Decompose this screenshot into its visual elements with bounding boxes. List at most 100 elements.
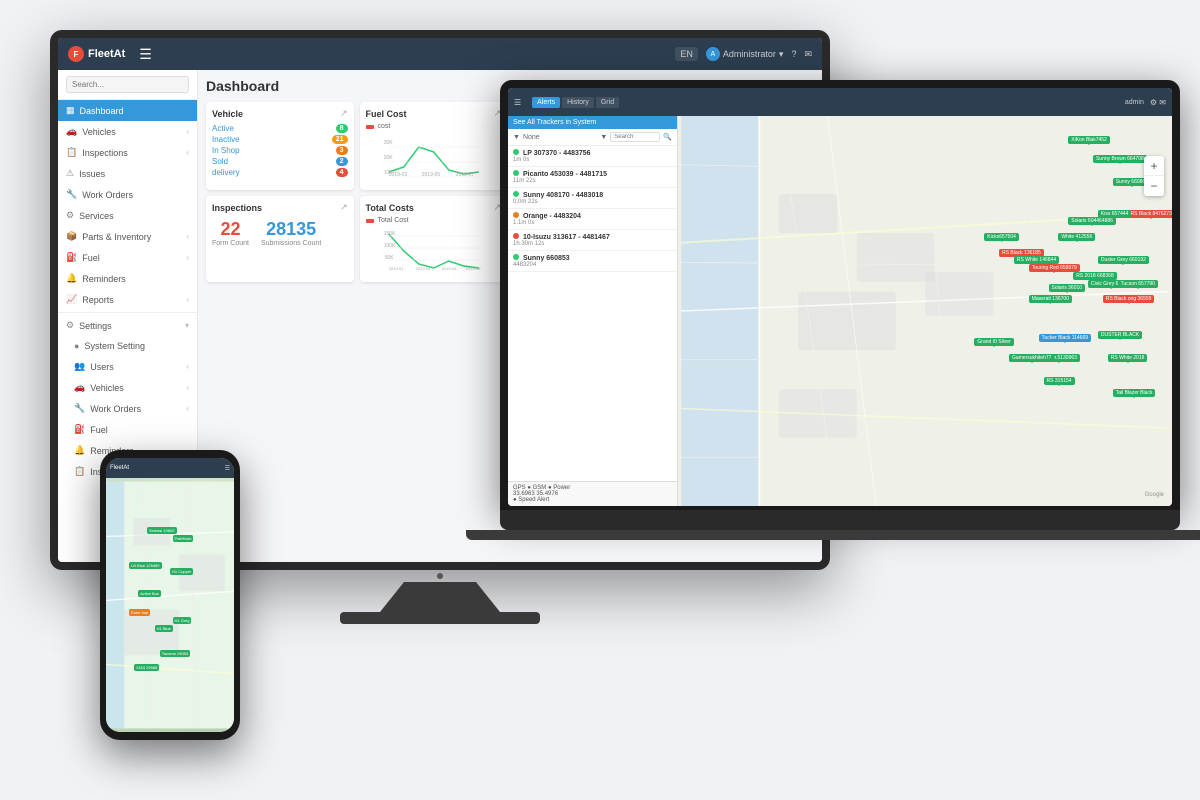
fuel-icon: ⛽ [66,252,77,263]
map-marker[interactable]: Maserati 136700 [1029,295,1072,303]
phone-map-marker[interactable]: LB Blue 125489 [129,562,161,569]
map-search-input[interactable] [610,132,660,142]
list-item[interactable]: Sunny 660853 4483204 [508,251,677,272]
monitor-camera [437,573,443,579]
lt-tab-alerts[interactable]: Alerts [532,97,560,108]
sidebar-item-vehicles[interactable]: 🚗 Vehicles ‹ [58,121,197,142]
phone-map-marker[interactable]: H1 Blue [155,625,173,632]
sidebar-item-inspections[interactable]: 📋 Inspections ‹ [58,142,197,163]
lt-tab-history[interactable]: History [562,97,594,108]
sidebar-item-settings[interactable]: ⚙ Settings ▾ [58,315,197,336]
sidebar-item-workorders2[interactable]: 🔧 Work Orders ‹ [58,398,197,419]
monitor-base [340,612,540,624]
map-marker[interactable]: Sunny Brown 664708 [1093,155,1147,163]
laptop-base-bottom [466,530,1200,540]
map-marker[interactable]: Gamersukhiteh77 [1009,354,1054,362]
svg-text:2019-05: 2019-05 [421,172,440,177]
lt-hamburger-icon[interactable]: ☰ [514,98,521,107]
svg-text:10K: 10K [383,170,393,176]
map-marker[interactable]: RS White 146844 [1014,256,1059,264]
phone-map-marker[interactable]: Somasi 10802 [147,527,177,534]
phone-map-marker[interactable]: H1 Copper [170,568,193,575]
lt-tab-grid[interactable]: Grid [596,97,619,108]
inspections-link-icon[interactable]: ↗ [340,202,348,213]
stat-delivery-label: delivery [212,168,240,177]
list-item[interactable]: LP 307370 - 4483756 1m 0s [508,146,677,167]
chevron-right-icon3: ‹ [186,232,189,241]
inspections-title: Inspections [212,203,262,213]
sidebar-item-vehicles2[interactable]: 🚗 Vehicles ‹ [58,377,197,398]
map-marker[interactable]: XiKon Blak7452 [1068,136,1110,144]
speed-info: ● Speed Alert [513,497,673,503]
map-marker[interactable]: RS Black 136185 [999,249,1044,257]
form-count-value: 22 [212,219,249,240]
sidebar-item-dashboard[interactable]: ▦ Dashboard [58,100,197,121]
sidebar-item-issues[interactable]: ⚠ Issues [58,163,197,184]
sidebar-item-fuel[interactable]: ⛽ Fuel ‹ [58,247,197,268]
services-icon: ⚙ [66,210,74,221]
sidebar-label-parts: Parts & Inventory [82,232,151,242]
map-marker[interactable]: Tucker Black 114669 [1039,334,1091,342]
chevron-right-icon4: ‹ [186,253,189,262]
map-marker[interactable]: Solaris 36010 [1049,284,1086,292]
phone-map-marker[interactable]: Active Bus [138,590,161,597]
zoom-out-button[interactable]: − [1144,176,1164,196]
sidebar-item-system[interactable]: ● System Setting [58,336,197,356]
hamburger-icon[interactable]: ☰ [139,46,152,63]
search-input[interactable] [66,76,189,93]
map-marker[interactable]: Tucson 657790 [1118,280,1158,288]
fuel-cost-header: Fuel Cost ↗ [366,108,502,119]
map-search-icon[interactable]: 🔍 [663,133,672,141]
phone-nav-icon: ☰ [225,465,230,472]
mail-icon[interactable]: ✉ [804,49,812,60]
list-item[interactable]: Picanto 453039 - 4481715 11m 22s [508,167,677,188]
sidebar-item-workorders[interactable]: 🔧 Work Orders [58,184,197,205]
sidebar-item-reminders[interactable]: 🔔 Reminders [58,268,197,289]
vehicle-sub: 11m 22s [513,178,672,184]
list-item[interactable]: Sunny 408170 - 4483018 0.0m 22s [508,188,677,209]
map-marker[interactable]: RS Black orig 36559 [1103,295,1155,303]
sidebar-label-fuel2: Fuel [90,425,108,435]
map-marker[interactable]: White 412556 [1058,233,1095,241]
stat-sold: Sold 2 [212,156,348,167]
phone-map-marker[interactable]: H1 Grey [173,617,192,624]
map-marker[interactable]: Touring Red 659979 [1029,264,1080,272]
map-marker[interactable]: Kiss 657444 [1098,210,1132,218]
sidebar-item-users[interactable]: 👥 Users ‹ [58,356,197,377]
map-marker[interactable]: Kicks657504 [984,233,1019,241]
map-marker[interactable]: RS 2018 668368 [1073,272,1117,280]
sidebar-item-services[interactable]: ⚙ Services [58,205,197,226]
map-marker[interactable]: Solaris 604464886 [1068,217,1116,225]
lt-nav-tabs: Alerts History Grid [532,97,619,108]
phone-map-marker[interactable]: Pathfinde [173,535,194,542]
language-selector[interactable]: EN [675,47,698,61]
sidebar-item-fuel2[interactable]: ⛽ Fuel [58,419,197,440]
zoom-in-button[interactable]: + [1144,156,1164,176]
user-menu[interactable]: A Administrator ▾ [706,47,784,61]
logo-area: F FleetAt [68,46,125,62]
vehicles2-icon: 🚗 [74,382,85,393]
phone-frame: FleetAt ☰ [100,450,240,740]
sidebar-label-workorders2: Work Orders [90,404,141,414]
list-item[interactable]: 10-Isuzu 313617 - 4481467 1h 30m 12s [508,230,677,251]
phone-map-marker[interactable]: Farm Imp [129,609,150,616]
phone-map-marker[interactable]: 2453 29988 [134,664,159,671]
map-marker[interactable]: RS White 2018 [1108,354,1148,362]
map-marker[interactable]: RS Black 8476273 [1128,210,1172,218]
sidebar-item-parts[interactable]: 📦 Parts & Inventory ‹ [58,226,197,247]
svg-text:2019-04: 2019-04 [415,266,430,271]
map-marker[interactable]: DUSTER BLACK [1098,331,1142,339]
laptop-screen: ☰ Alerts History Grid admin ⚙ ✉ [508,88,1172,506]
map-marker[interactable]: Grand I0 Silver [974,338,1013,346]
chevron-down-icon: ▾ [185,321,189,330]
phone-map-marker[interactable]: Tacoma 19083 [160,650,190,657]
vehicle-name: LP 307370 - 4483756 [523,150,591,157]
map-marker[interactable]: Duster Grey 660192 [1098,256,1149,264]
map-marker[interactable]: Tail Blazer Black [1113,389,1156,397]
sidebar-item-reports[interactable]: 📈 Reports ‹ [58,289,197,310]
vehicle-link-icon[interactable]: ↗ [340,108,348,119]
stat-sold-label: Sold [212,157,228,166]
map-marker[interactable]: RS 315154 [1044,377,1075,385]
list-item[interactable]: Orange - 4483204 1.1m 0s [508,209,677,230]
help-icon[interactable]: ? [791,49,796,59]
